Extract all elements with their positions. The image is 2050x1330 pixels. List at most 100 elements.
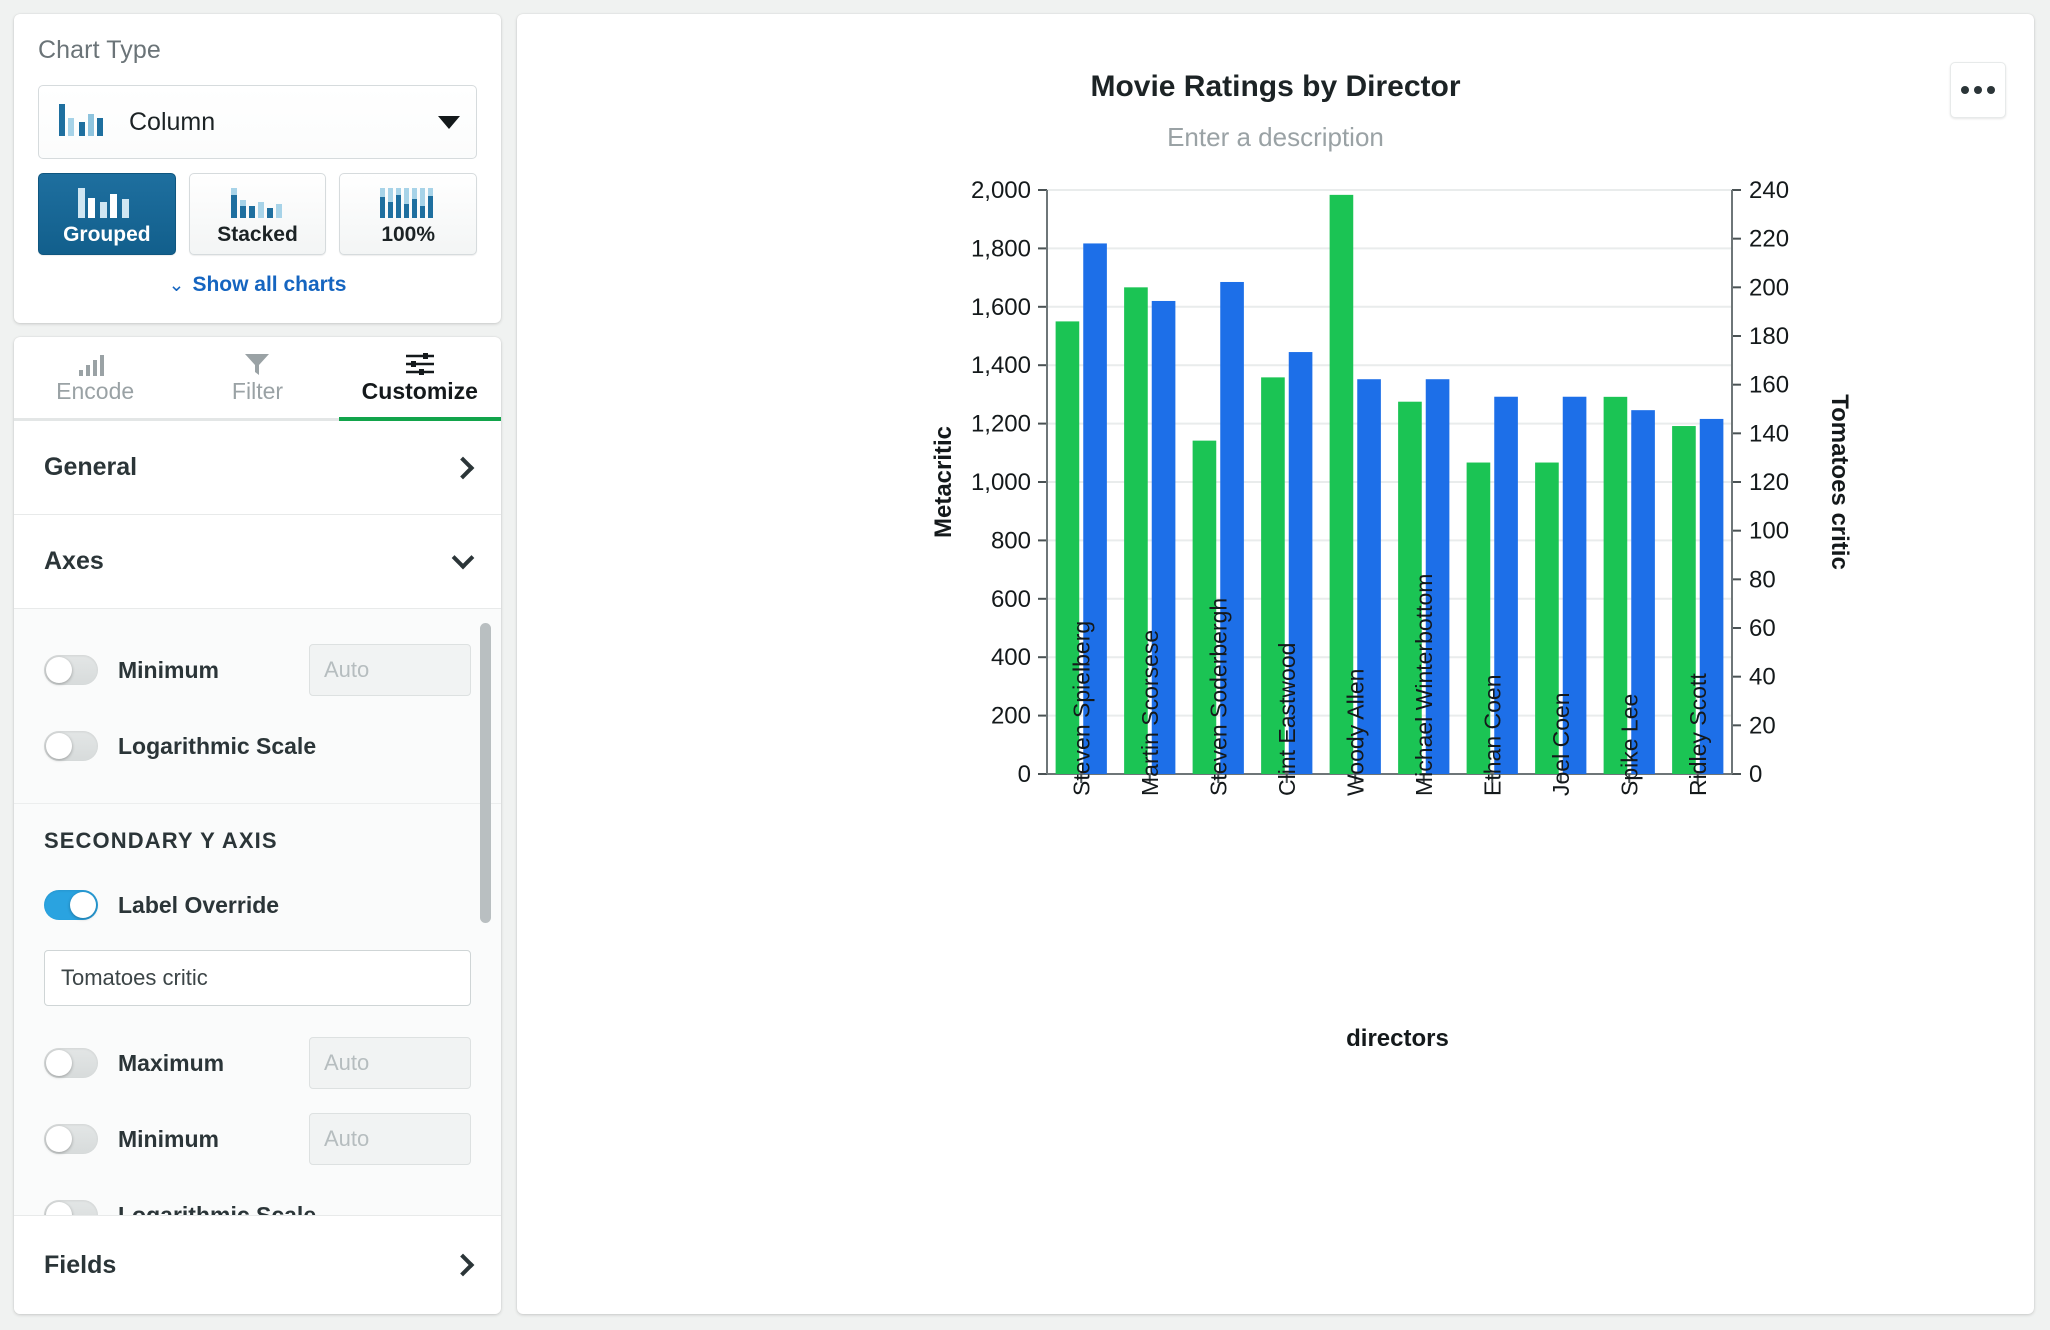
chevron-down-icon bbox=[438, 115, 460, 129]
control-label-override-label: Label Override bbox=[118, 891, 280, 918]
control-label-override: Label Override bbox=[44, 874, 471, 936]
y-tick-label: 200 bbox=[991, 703, 1031, 730]
control-maximum-secondary: Maximum Auto bbox=[44, 1032, 471, 1094]
y2-tick-label: 240 bbox=[1749, 177, 1789, 204]
chart-variant-stacked-label: Stacked bbox=[217, 223, 298, 246]
chart-type-selected-label: Column bbox=[129, 107, 216, 136]
y-tick-label: 400 bbox=[991, 644, 1031, 671]
chevron-down-icon bbox=[451, 546, 475, 570]
input-maximum-secondary[interactable]: Auto bbox=[309, 1037, 471, 1089]
y-tick-label: 0 bbox=[1018, 761, 1031, 788]
customize-tabs: Encode Filter Customize bbox=[14, 337, 501, 421]
toggle-minimum-secondary[interactable] bbox=[44, 1124, 98, 1154]
input-label-override[interactable]: Tomatoes critic bbox=[44, 950, 471, 1006]
y-tick-label: 1,200 bbox=[971, 411, 1031, 438]
y-tick-label: 1,600 bbox=[971, 294, 1031, 321]
y2-tick-label: 20 bbox=[1749, 712, 1776, 739]
stacked-column-icon bbox=[227, 186, 289, 220]
show-all-charts-label: Show all charts bbox=[192, 273, 347, 296]
control-minimum-primary: Minimum Auto bbox=[44, 639, 471, 701]
y2-tick-label: 200 bbox=[1749, 274, 1789, 301]
y2-tick-label: 120 bbox=[1749, 469, 1789, 496]
section-general[interactable]: General bbox=[14, 421, 501, 515]
input-minimum-secondary[interactable]: Auto bbox=[309, 1113, 471, 1165]
chevron-right-icon bbox=[451, 456, 475, 479]
y-tick-label: 1,800 bbox=[971, 235, 1031, 262]
tab-encode-label: Encode bbox=[56, 378, 135, 404]
y-axis-title: Metacritic bbox=[930, 426, 957, 538]
x-tick-label: Martin Scorsese bbox=[1137, 630, 1163, 796]
control-log-secondary-label: Logarithmic Scale bbox=[118, 1201, 317, 1216]
section-axes[interactable]: Axes bbox=[14, 515, 501, 609]
chart-menu-button[interactable] bbox=[1950, 62, 2006, 118]
chart-variant-grouped-label: Grouped bbox=[63, 223, 151, 246]
axes-scroll-area: Minimum Auto Logarithmic Scale SECONDARY… bbox=[14, 609, 501, 1216]
tab-filter[interactable]: Filter bbox=[176, 337, 338, 418]
left-sidebar: Chart Type Column Grouped Stacked 100% ⌄… bbox=[14, 14, 501, 1314]
y2-tick-label: 40 bbox=[1749, 664, 1776, 691]
secondary-y-axis-title: SECONDARY Y AXIS bbox=[44, 828, 278, 853]
toggle-log-primary[interactable] bbox=[44, 731, 98, 761]
control-log-primary: Logarithmic Scale bbox=[44, 715, 471, 777]
control-log-primary-label: Logarithmic Scale bbox=[118, 732, 317, 759]
y-tick-label: 1,000 bbox=[971, 469, 1031, 496]
x-tick-label: Spike Lee bbox=[1616, 694, 1642, 796]
chart-title: Movie Ratings by Director bbox=[1090, 70, 1461, 103]
section-fields-label: Fields bbox=[44, 1250, 117, 1279]
grouped-column-icon bbox=[76, 186, 138, 220]
x-tick-label: Ridley Scott bbox=[1685, 673, 1711, 796]
chart-variant-grouped[interactable]: Grouped bbox=[38, 173, 176, 255]
chart-variant-100percent-label: 100% bbox=[381, 223, 436, 246]
toggle-log-secondary[interactable] bbox=[44, 1200, 98, 1215]
show-all-charts-link[interactable]: ⌄ Show all charts bbox=[38, 273, 477, 297]
chart-type-select[interactable]: Column bbox=[38, 85, 477, 159]
input-minimum-primary[interactable]: Auto bbox=[309, 644, 471, 696]
y2-tick-label: 160 bbox=[1749, 372, 1789, 399]
x-tick-label: Steven Soderbergh bbox=[1205, 598, 1231, 796]
y2-tick-label: 80 bbox=[1749, 566, 1776, 593]
control-minimum-primary-label: Minimum bbox=[118, 656, 219, 683]
x-tick-label: Steven Spielberg bbox=[1068, 621, 1094, 796]
x-axis-title: directors bbox=[1346, 1025, 1449, 1052]
bar-chart-icon bbox=[78, 350, 112, 376]
y2-tick-label: 140 bbox=[1749, 420, 1789, 447]
x-tick-label: Michael Winterbottom bbox=[1411, 574, 1437, 796]
chevron-down-icon: ⌄ bbox=[168, 275, 185, 296]
y-tick-label: 1,400 bbox=[971, 352, 1031, 379]
tab-customize-label: Customize bbox=[361, 378, 478, 404]
control-log-secondary: Logarithmic Scale bbox=[44, 1184, 471, 1216]
chevron-right-icon bbox=[451, 1253, 475, 1277]
options-scrollbar[interactable] bbox=[480, 623, 491, 923]
kebab-menu-icon bbox=[1961, 86, 1969, 94]
primary-axis-group: Minimum Auto Logarithmic Scale bbox=[14, 615, 501, 803]
section-general-label: General bbox=[44, 453, 138, 481]
y-tick-label: 2,000 bbox=[971, 177, 1031, 204]
y2-tick-label: 60 bbox=[1749, 615, 1776, 642]
toggle-maximum-secondary[interactable] bbox=[44, 1048, 98, 1078]
chart-variant-stacked[interactable]: Stacked bbox=[188, 173, 327, 255]
chart-plot: 02004006008001,0001,2001,4001,6001,8002,… bbox=[930, 177, 1853, 1052]
chart-description-placeholder[interactable]: Enter a description bbox=[517, 122, 2034, 153]
funnel-icon bbox=[244, 350, 270, 376]
percent-stacked-column-icon bbox=[377, 186, 439, 220]
chart-type-card: Chart Type Column Grouped Stacked 100% ⌄… bbox=[14, 14, 501, 323]
chart-variant-100percent[interactable]: 100% bbox=[339, 173, 478, 255]
toggle-label-override[interactable] bbox=[44, 890, 98, 920]
sliders-icon bbox=[405, 350, 435, 376]
section-fields[interactable]: Fields bbox=[14, 1216, 501, 1314]
tab-encode[interactable]: Encode bbox=[14, 337, 176, 418]
x-tick-label: Woody Allen bbox=[1342, 669, 1368, 796]
y2-tick-label: 180 bbox=[1749, 323, 1789, 350]
options-card: Encode Filter Customize General Axes Min… bbox=[14, 337, 501, 1314]
column-chart-icon bbox=[57, 100, 107, 145]
chart-type-title: Chart Type bbox=[38, 36, 161, 64]
control-maximum-secondary-label: Maximum bbox=[118, 1049, 225, 1076]
tab-filter-label: Filter bbox=[231, 378, 284, 404]
toggle-minimum-primary[interactable] bbox=[44, 655, 98, 685]
x-tick-label: Clint Eastwood bbox=[1274, 643, 1300, 796]
chart-variant-group: Grouped Stacked 100% bbox=[38, 173, 478, 255]
app-root: Chart Type Column Grouped Stacked 100% ⌄… bbox=[0, 0, 2050, 1330]
control-minimum-secondary: Minimum Auto bbox=[44, 1108, 471, 1170]
y-tick-label: 600 bbox=[991, 586, 1031, 613]
tab-customize[interactable]: Customize bbox=[338, 337, 501, 421]
